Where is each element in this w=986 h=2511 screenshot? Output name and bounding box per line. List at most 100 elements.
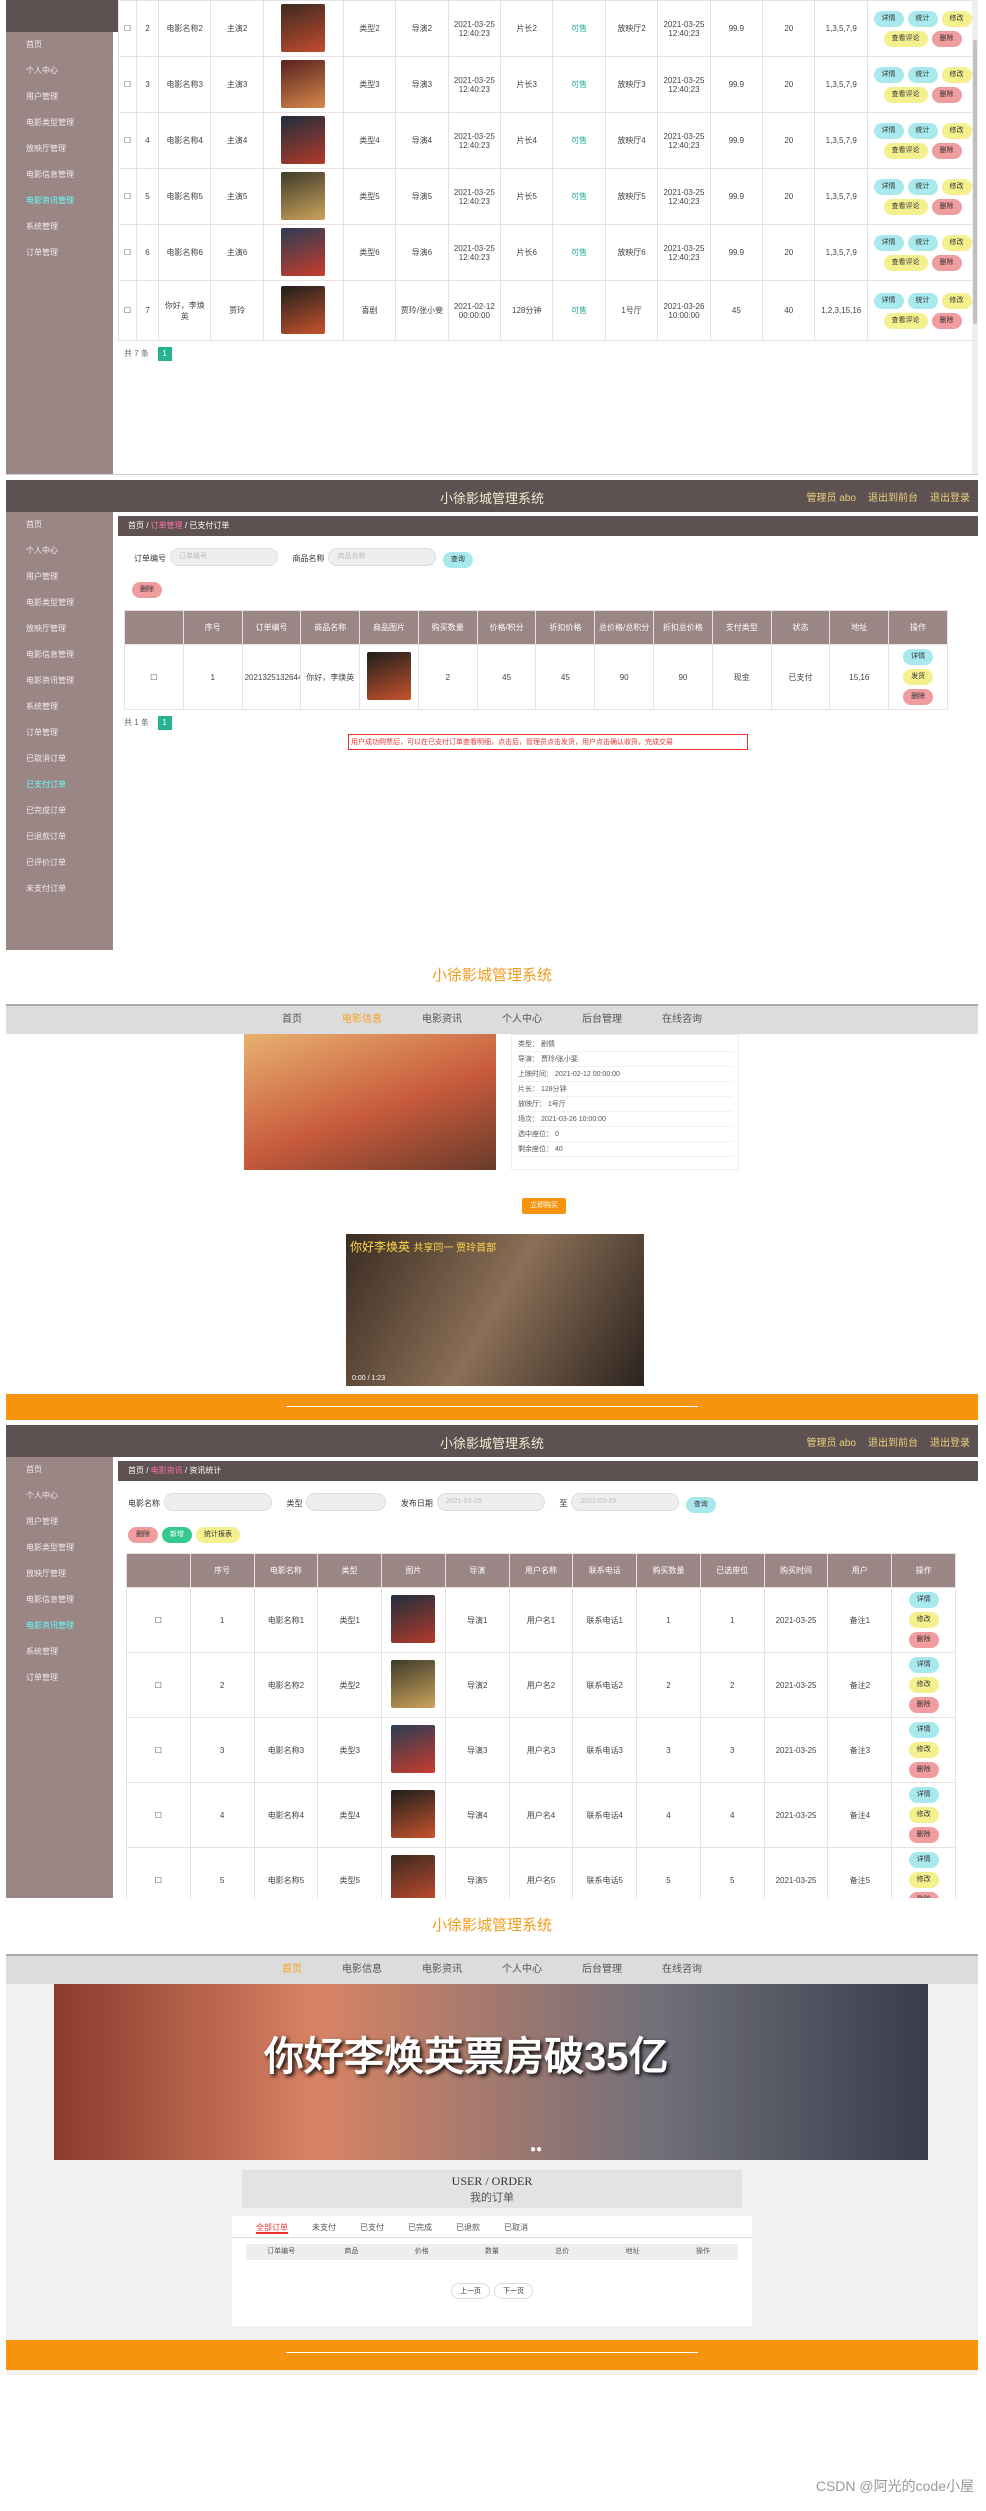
sidebar-item[interactable]: 首页 <box>6 32 113 58</box>
action-1-button[interactable]: 统计 <box>907 234 938 251</box>
sidebar-item[interactable]: 个人中心 <box>6 1483 113 1509</box>
action-4-button[interactable]: 删除 <box>931 142 962 159</box>
order-tab[interactable]: 未支付 <box>312 2223 336 2232</box>
banner-dots[interactable]: ●● <box>530 2144 542 2155</box>
logout-link[interactable]: 退出登录 <box>930 1438 970 1449</box>
row-checkbox[interactable]: ☐ <box>124 644 184 711</box>
nav-item[interactable]: 电影资讯 <box>422 1014 462 1025</box>
sidebar-item[interactable]: 已支付订单 <box>6 772 113 798</box>
nav-item[interactable]: 后台管理 <box>582 1014 622 1025</box>
sidebar-item[interactable]: 已取消订单 <box>6 746 113 772</box>
action-2-button[interactable]: 修改 <box>941 66 972 83</box>
action-0-button[interactable]: 详情 <box>908 1722 939 1739</box>
sidebar-item[interactable]: 已退款订单 <box>6 824 113 850</box>
order-tab[interactable]: 已完成 <box>408 2223 432 2232</box>
add-button[interactable]: 新增 <box>162 1527 192 1544</box>
sidebar-item[interactable]: 未支付订单 <box>6 876 113 902</box>
action-2-button[interactable]: 删除 <box>908 1762 939 1779</box>
action-3-button[interactable]: 查看评论 <box>883 86 928 103</box>
to-front-link[interactable]: 退出到前台 <box>868 1438 918 1449</box>
nav-item[interactable]: 个人中心 <box>502 1964 542 1975</box>
row-checkbox[interactable]: ☐ <box>118 168 137 225</box>
action-2-button[interactable]: 修改 <box>941 122 972 139</box>
sidebar-item[interactable]: 电影资讯管理 <box>6 1613 113 1639</box>
action-2-button[interactable]: 删除 <box>908 1697 939 1714</box>
sidebar-item[interactable]: 电影信息管理 <box>6 642 113 668</box>
sidebar-item[interactable]: 电影类型管理 <box>6 110 113 136</box>
sidebar-item[interactable]: 个人中心 <box>6 538 113 564</box>
action-2-button[interactable]: 删除 <box>908 1632 939 1649</box>
action-0-button[interactable]: 详情 <box>908 1852 939 1869</box>
to-front-link[interactable]: 退出到前台 <box>868 493 918 504</box>
sidebar-item[interactable]: 用户管理 <box>6 1509 113 1535</box>
scrollbar[interactable] <box>972 0 978 474</box>
row-checkbox[interactable]: ☐ <box>118 280 137 341</box>
action-0-button[interactable]: 详情 <box>908 1787 939 1804</box>
sidebar-item[interactable]: 放映厅管理 <box>6 616 113 642</box>
action-1-button[interactable]: 发货 <box>903 669 934 686</box>
row-checkbox[interactable]: ☐ <box>126 1587 191 1654</box>
action-1-button[interactable]: 修改 <box>908 1742 939 1759</box>
action-2-button[interactable]: 删除 <box>908 1827 939 1844</box>
nav-item[interactable]: 电影信息 <box>342 1964 382 1975</box>
goods-input[interactable]: 商品名称 <box>328 548 437 566</box>
action-1-button[interactable]: 修改 <box>908 1677 939 1694</box>
nav-item[interactable]: 个人中心 <box>502 1014 542 1025</box>
nav-item[interactable]: 电影信息 <box>342 1014 382 1025</box>
action-1-button[interactable]: 统计 <box>907 122 938 139</box>
date-to[interactable]: 2021-03-29 <box>571 1493 680 1511</box>
action-0-button[interactable]: 详情 <box>873 66 904 83</box>
order-no-input[interactable]: 订单编号 <box>170 548 278 566</box>
row-checkbox[interactable]: ☐ <box>126 1717 191 1784</box>
action-2-button[interactable]: 修改 <box>941 178 972 195</box>
delete-button[interactable]: 删除 <box>132 582 162 599</box>
action-0-button[interactable]: 详情 <box>908 1592 939 1609</box>
action-2-button[interactable]: 修改 <box>941 292 972 309</box>
sidebar-item[interactable]: 放映厅管理 <box>6 136 113 162</box>
sidebar-item[interactable]: 用户管理 <box>6 84 113 110</box>
row-checkbox[interactable]: ☐ <box>118 112 137 169</box>
action-1-button[interactable]: 修改 <box>908 1807 939 1824</box>
row-checkbox[interactable]: ☐ <box>118 224 137 281</box>
row-checkbox[interactable]: ☐ <box>126 1782 191 1849</box>
action-4-button[interactable]: 删除 <box>931 198 962 215</box>
sidebar-item[interactable]: 个人中心 <box>6 58 113 84</box>
action-1-button[interactable]: 统计 <box>907 10 938 27</box>
type-input[interactable] <box>306 1493 387 1511</box>
action-0-button[interactable]: 详情 <box>873 10 904 27</box>
sidebar-item[interactable]: 系统管理 <box>6 214 113 240</box>
action-2-button[interactable]: 删除 <box>908 1892 939 1898</box>
action-0-button[interactable]: 详情 <box>873 122 904 139</box>
action-0-button[interactable]: 详情 <box>908 1657 939 1674</box>
sidebar-item[interactable]: 已完成订单 <box>6 798 113 824</box>
delete-button[interactable]: 删除 <box>128 1527 158 1544</box>
page-1[interactable]: 1 <box>157 347 172 361</box>
action-3-button[interactable]: 查看评论 <box>883 30 928 47</box>
sidebar-item[interactable]: 已评价订单 <box>6 850 113 876</box>
sidebar-item[interactable]: 电影资讯管理 <box>6 188 113 214</box>
trailer-video[interactable]: 你好李焕英 共享同一 贾玲首部 0:00 / 1:23 <box>346 1234 644 1386</box>
nav-item[interactable]: 电影资讯 <box>422 1964 462 1975</box>
action-4-button[interactable]: 删除 <box>931 30 962 47</box>
page-1[interactable]: 1 <box>157 716 172 731</box>
report-button[interactable]: 统计报表 <box>196 1527 240 1544</box>
buy-button[interactable]: 立即购买 <box>522 1198 566 1214</box>
admin-user-link[interactable]: 管理员 abo <box>807 1438 856 1449</box>
nav-item[interactable]: 后台管理 <box>582 1964 622 1975</box>
row-checkbox[interactable]: ☐ <box>118 0 137 57</box>
action-4-button[interactable]: 删除 <box>931 86 962 103</box>
order-tab[interactable]: 全部订单 <box>256 2223 288 2234</box>
search-button[interactable]: 查询 <box>442 552 473 569</box>
action-2-button[interactable]: 修改 <box>941 234 972 251</box>
order-tab[interactable]: 已取消 <box>504 2223 528 2232</box>
prev-page[interactable]: 上一页 <box>451 2283 490 2299</box>
action-2-button[interactable]: 修改 <box>941 10 972 27</box>
row-checkbox[interactable]: ☐ <box>126 1847 191 1898</box>
nav-item[interactable]: 首页 <box>282 1014 302 1025</box>
sidebar-item[interactable]: 订单管理 <box>6 720 113 746</box>
action-1-button[interactable]: 修改 <box>908 1872 939 1889</box>
sidebar-item[interactable]: 电影信息管理 <box>6 1587 113 1613</box>
action-4-button[interactable]: 删除 <box>931 254 962 271</box>
action-0-button[interactable]: 详情 <box>903 649 934 666</box>
action-4-button[interactable]: 删除 <box>931 312 962 329</box>
